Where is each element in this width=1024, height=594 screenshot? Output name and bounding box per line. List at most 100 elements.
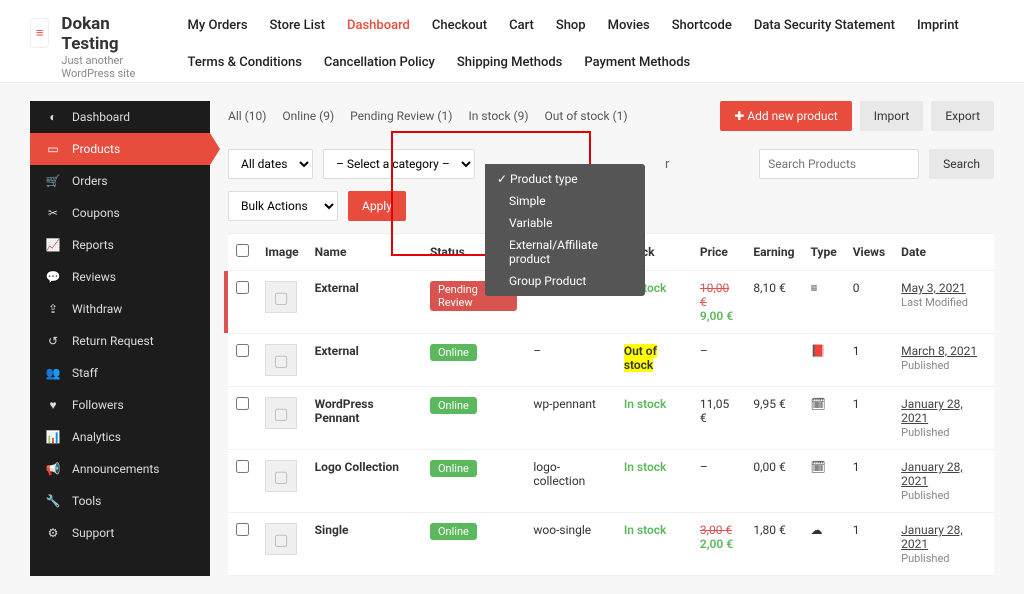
search-input[interactable] xyxy=(759,149,919,179)
dates-select[interactable]: All dates xyxy=(228,149,313,179)
status-badge: Online xyxy=(430,523,477,540)
row-checkbox[interactable] xyxy=(236,281,249,294)
nav-cancellation-policy[interactable]: Cancellation Policy xyxy=(324,55,435,70)
product-thumb: ▢ xyxy=(265,460,297,492)
product-type-option[interactable]: Variable xyxy=(485,212,645,234)
coupons-icon: ✂ xyxy=(44,206,62,220)
product-type-option[interactable]: Simple xyxy=(485,190,645,212)
sidebar-item-label: Withdraw xyxy=(72,302,122,316)
sidebar-item-label: Dashboard xyxy=(72,110,130,124)
site-tagline: Just another WordPress site xyxy=(61,54,147,80)
product-type-option[interactable]: Group Product xyxy=(485,270,645,292)
status-tabs: All (10) Online (9) Pending Review (1) In s… xyxy=(228,109,628,123)
earning-cell: 1,80 € xyxy=(745,513,802,576)
sku-cell: – xyxy=(525,334,615,387)
sidebar-item-reports[interactable]: 📈Reports xyxy=(30,229,210,261)
sidebar-item-coupons[interactable]: ✂Coupons xyxy=(30,197,210,229)
main-content: All (10) Online (9) Pending Review (1) In s… xyxy=(210,101,994,576)
col-Name: Name xyxy=(307,234,422,271)
row-checkbox[interactable] xyxy=(236,460,249,473)
import-button[interactable]: Import xyxy=(860,101,924,131)
sidebar-item-followers[interactable]: ♥ Followers xyxy=(30,389,210,421)
sidebar-item-return-request[interactable]: ↺Return Request xyxy=(30,325,210,357)
nav-my-orders[interactable]: My Orders xyxy=(188,18,248,33)
nav-movies[interactable]: Movies xyxy=(608,18,650,33)
date-cell: January 28, 2021Published xyxy=(893,513,994,576)
sidebar-item-analytics[interactable]: 📊Analytics xyxy=(30,421,210,453)
product-thumb: ▢ xyxy=(265,397,297,429)
product-type-dropdown[interactable]: Product typeSimpleVariableExternal/Affil… xyxy=(485,164,645,296)
nav-shipping-methods[interactable]: Shipping Methods xyxy=(457,55,562,70)
sidebar-item-support[interactable]: ⚙Support xyxy=(30,517,210,549)
sidebar-item-announcements[interactable]: 📢Announcements xyxy=(30,453,210,485)
tab-0[interactable]: All (10) xyxy=(228,109,266,123)
select-all-checkbox[interactable] xyxy=(236,244,249,257)
nav-shop[interactable]: Shop xyxy=(556,18,586,33)
product-type-option[interactable]: External/Affiliate product xyxy=(485,234,645,270)
status-badge: Online xyxy=(430,344,477,361)
table-row: ▢SingleOnlinewoo-singleIn stock3,00 €2,0… xyxy=(228,513,994,576)
earning-cell xyxy=(745,334,802,387)
hamburger-menu-button[interactable]: ≡ xyxy=(30,18,49,48)
sidebar-item-dashboard[interactable]: ◐ Dashboard xyxy=(30,101,210,133)
tools-icon: 🔧 xyxy=(44,494,62,508)
export-button[interactable]: Export xyxy=(931,101,994,131)
views-cell: 0 xyxy=(845,271,893,334)
sidebar-item-label: Analytics xyxy=(72,430,121,444)
product-name[interactable]: Logo Collection xyxy=(315,460,399,474)
earning-cell: 0,00 € xyxy=(745,450,802,513)
tab-1[interactable]: Online (9) xyxy=(282,109,334,123)
tab-4[interactable]: Out of stock (1) xyxy=(545,109,628,123)
product-type-option[interactable]: Product type xyxy=(485,168,645,190)
sidebar-item-products[interactable]: ▭ Products xyxy=(30,133,210,165)
sidebar-item-orders[interactable]: 🛒Orders xyxy=(30,165,210,197)
type-icon: ☁ xyxy=(802,513,844,576)
row-checkbox[interactable] xyxy=(236,523,249,536)
return-request-icon: ↺ xyxy=(44,334,62,348)
nav-payment-methods[interactable]: Payment Methods xyxy=(584,55,690,70)
views-cell: 1 xyxy=(845,450,893,513)
filter-bar: All (10) Online (9) Pending Review (1) In s… xyxy=(228,101,994,131)
sidebar-item-label: Staff xyxy=(72,366,98,380)
sidebar-item-staff[interactable]: 👥Staff xyxy=(30,357,210,389)
stock-cell: In stock xyxy=(624,460,667,474)
dashboard-icon: ◐ xyxy=(44,110,62,124)
row-checkbox[interactable] xyxy=(236,344,249,357)
nav-imprint[interactable]: Imprint xyxy=(917,18,959,33)
nav-checkout[interactable]: Checkout xyxy=(432,18,487,33)
sidebar-item-reviews[interactable]: 💬Reviews xyxy=(30,261,210,293)
category-select[interactable]: – Select a category – xyxy=(323,149,475,179)
sidebar-item-withdraw[interactable]: ⇪ Withdraw xyxy=(30,293,210,325)
product-name[interactable]: External xyxy=(315,281,359,295)
sidebar-item-label: Products xyxy=(72,142,120,156)
bulk-actions-select[interactable]: Bulk Actions xyxy=(228,191,338,221)
nav-terms-conditions[interactable]: Terms & Conditions xyxy=(188,55,302,70)
nav-dashboard[interactable]: Dashboard xyxy=(347,18,410,33)
price-cell: 10,00 €9,00 € xyxy=(692,271,746,334)
date-cell: January 28, 2021Published xyxy=(893,387,994,450)
withdraw-icon: ⇪ xyxy=(44,302,62,316)
sidebar-item-label: Followers xyxy=(72,398,124,412)
filter-text-fragment: r xyxy=(665,157,669,172)
row-checkbox[interactable] xyxy=(236,397,249,410)
nav-cart[interactable]: Cart xyxy=(509,18,534,33)
products-icon: ▭ xyxy=(44,142,62,156)
followers-icon: ♥ xyxy=(44,398,62,412)
price-cell: 11,05 € xyxy=(692,387,746,450)
product-name[interactable]: External xyxy=(315,344,359,358)
tab-3[interactable]: In stock (9) xyxy=(468,109,528,123)
product-name[interactable]: WordPress Pennant xyxy=(315,397,374,425)
views-cell: 1 xyxy=(845,513,893,576)
nav-store-list[interactable]: Store List xyxy=(270,18,325,33)
sidebar-item-label: Reports xyxy=(72,238,114,252)
add-new-product-button[interactable]: ✚ Add new product xyxy=(720,101,851,131)
search-button[interactable]: Search xyxy=(929,149,994,179)
tab-2[interactable]: Pending Review (1) xyxy=(350,109,452,123)
nav-shortcode[interactable]: Shortcode xyxy=(672,18,732,33)
price-cell: – xyxy=(692,450,746,513)
sidebar-item-tools[interactable]: 🔧Tools xyxy=(30,485,210,517)
product-name[interactable]: Single xyxy=(315,523,349,537)
status-badge: Online xyxy=(430,460,477,477)
nav-data-security-statement[interactable]: Data Security Statement xyxy=(754,18,895,33)
apply-button[interactable]: Apply xyxy=(348,191,406,221)
